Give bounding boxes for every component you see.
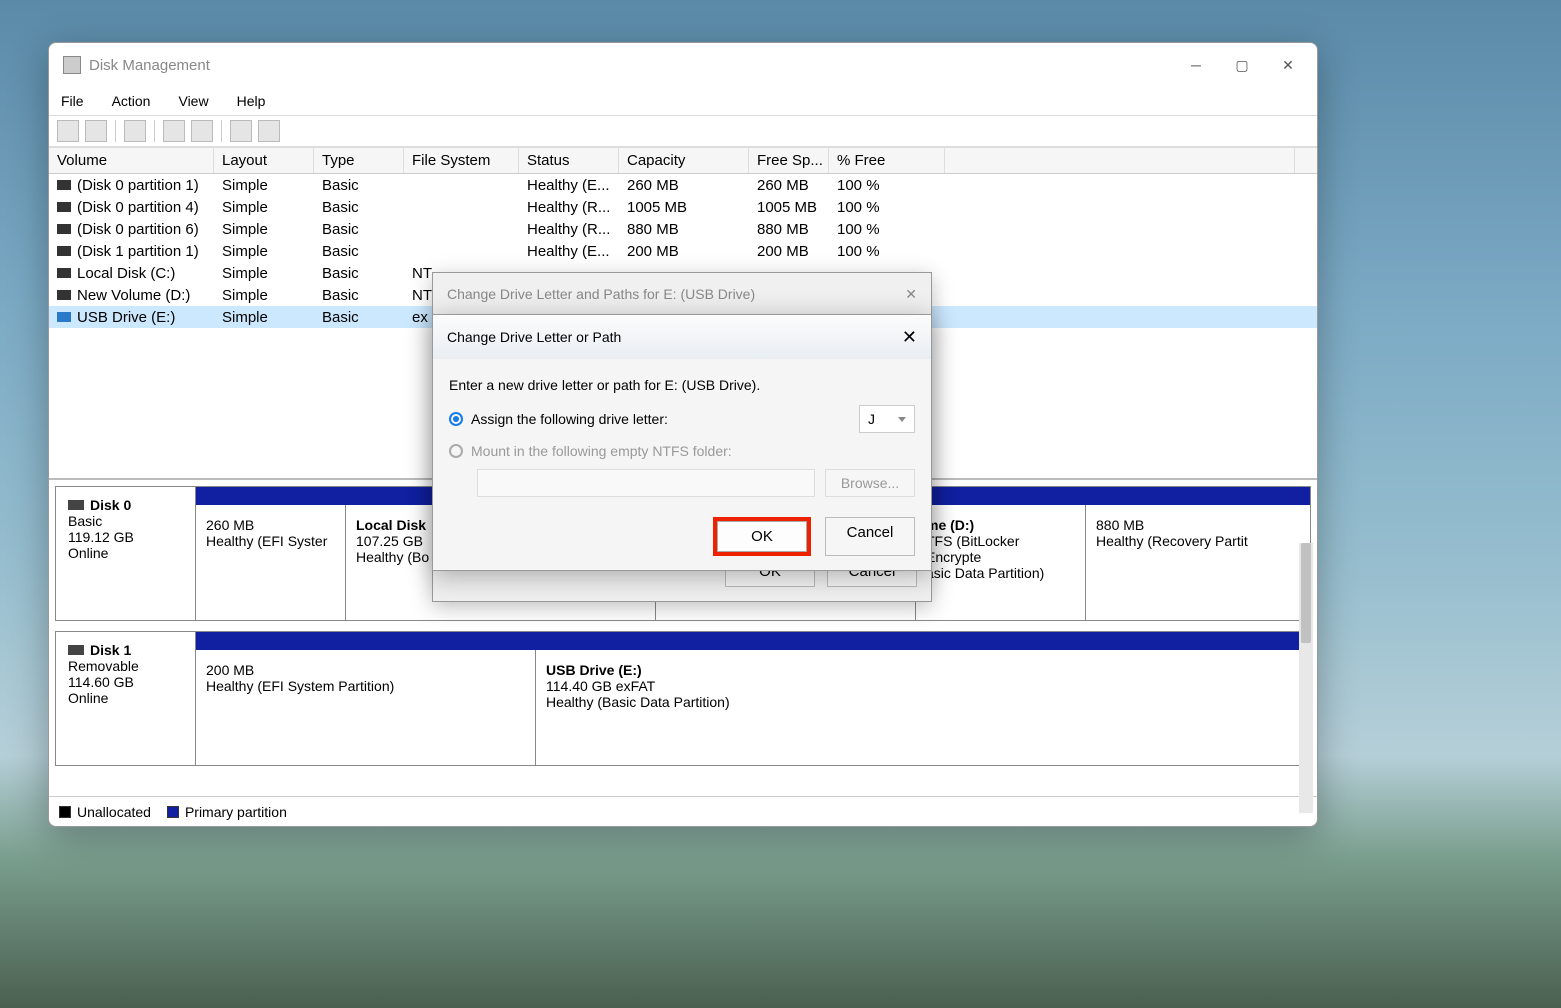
disk-info: Disk 1Removable114.60 GBOnline xyxy=(56,632,196,765)
scrollbar[interactable] xyxy=(1299,543,1313,813)
dialog-titlebar[interactable]: Change Drive Letter and Paths for E: (US… xyxy=(433,273,931,315)
radio-mount-folder[interactable] xyxy=(449,444,463,458)
partition[interactable]: 260 MBHealthy (EFI Syster xyxy=(196,505,346,620)
toolbar-icon[interactable] xyxy=(258,120,280,142)
close-icon[interactable]: ✕ xyxy=(905,286,917,303)
ok-button[interactable]: OK xyxy=(717,521,807,552)
legend-unallocated: Unallocated xyxy=(77,804,151,820)
disk-icon xyxy=(57,312,71,322)
toolbar-separator xyxy=(154,120,155,142)
drive-letter-select[interactable]: J xyxy=(859,405,915,433)
change-drive-letter-dialog: Change Drive Letter or Path ✕ Enter a ne… xyxy=(432,314,932,571)
disk-color-bar xyxy=(196,632,1310,650)
ntfs-path-input xyxy=(477,469,815,497)
close-icon[interactable]: ✕ xyxy=(902,327,917,348)
properties-icon[interactable] xyxy=(124,120,146,142)
col-pctfree[interactable]: % Free xyxy=(829,148,945,173)
disk-icon xyxy=(68,645,84,655)
volume-row[interactable]: (Disk 0 partition 1)SimpleBasicHealthy (… xyxy=(49,174,1317,196)
col-filesystem[interactable]: File System xyxy=(404,148,519,173)
toolbar-separator xyxy=(221,120,222,142)
menu-file[interactable]: File xyxy=(57,91,88,111)
dialog-titlebar[interactable]: Change Drive Letter or Path ✕ xyxy=(433,315,931,359)
disk-icon xyxy=(57,180,71,190)
dialog-prompt: Enter a new drive letter or path for E: … xyxy=(449,377,915,393)
legend-swatch-unallocated xyxy=(59,806,71,818)
volume-row[interactable]: (Disk 0 partition 6)SimpleBasicHealthy (… xyxy=(49,218,1317,240)
volume-row[interactable]: (Disk 1 partition 1)SimpleBasicHealthy (… xyxy=(49,240,1317,262)
scrollbar-thumb[interactable] xyxy=(1301,543,1311,643)
close-button[interactable]: ✕ xyxy=(1265,49,1311,81)
disk-info: Disk 0Basic119.12 GBOnline xyxy=(56,487,196,620)
disk-icon xyxy=(57,268,71,278)
toolbar xyxy=(49,115,1317,147)
dialog-title: Change Drive Letter and Paths for E: (US… xyxy=(447,286,755,302)
radio-assign-letter[interactable] xyxy=(449,412,463,426)
col-free[interactable]: Free Sp... xyxy=(749,148,829,173)
partition[interactable]: 200 MBHealthy (EFI System Partition) xyxy=(196,650,536,765)
menu-action[interactable]: Action xyxy=(108,91,155,111)
refresh-icon[interactable] xyxy=(191,120,213,142)
disk-row: Disk 1Removable114.60 GBOnline200 MBHeal… xyxy=(55,631,1311,766)
col-type[interactable]: Type xyxy=(314,148,404,173)
dialog-title: Change Drive Letter or Path xyxy=(447,329,621,345)
partition[interactable]: me (D:)TFS (BitLocker Encrypteasic Data … xyxy=(916,505,1086,620)
menubar: File Action View Help xyxy=(49,87,1317,115)
disk-icon xyxy=(57,202,71,212)
volume-row[interactable]: (Disk 0 partition 4)SimpleBasicHealthy (… xyxy=(49,196,1317,218)
partition[interactable]: 880 MBHealthy (Recovery Partit xyxy=(1086,505,1281,620)
col-layout[interactable]: Layout xyxy=(214,148,314,173)
back-icon[interactable] xyxy=(57,120,79,142)
legend: Unallocated Primary partition xyxy=(49,796,1317,826)
legend-primary: Primary partition xyxy=(185,804,287,820)
toolbar-icon[interactable] xyxy=(230,120,252,142)
col-capacity[interactable]: Capacity xyxy=(619,148,749,173)
toolbar-separator xyxy=(115,120,116,142)
forward-icon[interactable] xyxy=(85,120,107,142)
disk-icon xyxy=(68,500,84,510)
partition[interactable]: USB Drive (E:)114.40 GB exFATHealthy (Ba… xyxy=(536,650,1281,765)
col-status[interactable]: Status xyxy=(519,148,619,173)
radio-mount-label: Mount in the following empty NTFS folder… xyxy=(471,443,732,459)
col-volume[interactable]: Volume xyxy=(49,148,214,173)
radio-assign-label: Assign the following drive letter: xyxy=(471,411,668,427)
window-title: Disk Management xyxy=(89,57,1173,74)
volume-list-header: Volume Layout Type File System Status Ca… xyxy=(49,148,1317,174)
disk-icon xyxy=(57,224,71,234)
help-icon[interactable] xyxy=(163,120,185,142)
maximize-button[interactable]: ▢ xyxy=(1219,49,1265,81)
disk-icon xyxy=(57,290,71,300)
menu-help[interactable]: Help xyxy=(233,91,270,111)
col-empty xyxy=(945,148,1295,173)
disk-icon xyxy=(57,246,71,256)
browse-button: Browse... xyxy=(825,469,915,497)
menu-view[interactable]: View xyxy=(174,91,212,111)
ok-button-highlight: OK xyxy=(713,517,811,556)
cancel-button[interactable]: Cancel xyxy=(825,517,915,556)
app-icon xyxy=(63,56,81,74)
titlebar[interactable]: Disk Management ─ ▢ ✕ xyxy=(49,43,1317,87)
legend-swatch-primary xyxy=(167,806,179,818)
minimize-button[interactable]: ─ xyxy=(1173,49,1219,81)
